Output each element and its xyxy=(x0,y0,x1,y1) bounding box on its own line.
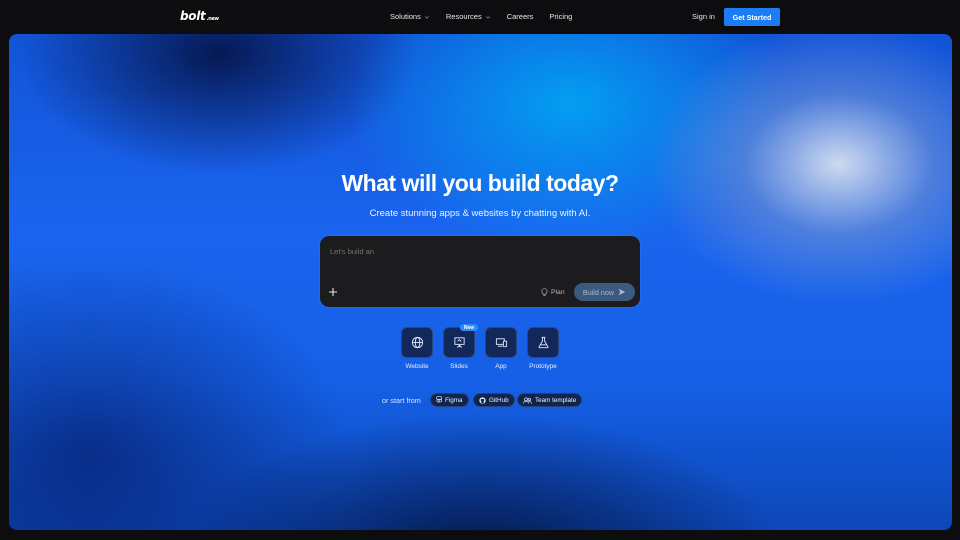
new-badge: New xyxy=(460,324,478,331)
team-template-chip-label: Team template xyxy=(535,396,577,404)
nav-solutions-label: Solutions xyxy=(390,12,421,21)
github-icon xyxy=(479,396,486,404)
nav-resources-label: Resources xyxy=(445,12,482,21)
sign-in-link[interactable]: Sign in xyxy=(692,12,715,21)
tile-website[interactable] xyxy=(401,327,433,358)
globe-icon xyxy=(411,336,423,349)
tile-prototype[interactable] xyxy=(527,327,559,358)
nav-careers-label: Careers xyxy=(506,12,534,21)
nav-pricing[interactable]: Pricing xyxy=(549,12,572,21)
figma-chip-label: Figma xyxy=(445,396,463,404)
chevron-down-icon xyxy=(424,15,429,19)
build-now-label: Build now xyxy=(582,287,615,297)
figma-icon xyxy=(436,396,442,403)
tile-prototype-label: Prototype xyxy=(529,363,557,370)
figma-chip[interactable]: Figma xyxy=(430,393,469,407)
tile-app[interactable] xyxy=(485,327,517,358)
presentation-icon xyxy=(453,337,465,348)
nav-resources[interactable]: Resources xyxy=(446,12,491,21)
flask-icon xyxy=(538,336,548,349)
hero-title: What will you build today? xyxy=(341,170,619,196)
get-started-button[interactable]: Get Started xyxy=(724,8,780,26)
send-arrow-icon xyxy=(618,288,626,296)
nav-pricing-label: Pricing xyxy=(549,12,573,21)
github-chip-label: GitHub xyxy=(489,396,509,404)
plan-label: Plan xyxy=(551,288,565,296)
start-from-label: or start from xyxy=(382,396,421,405)
chevron-down-icon xyxy=(485,15,490,19)
team-template-chip[interactable]: Team template xyxy=(517,393,583,407)
prompt-input[interactable] xyxy=(330,247,610,256)
lightbulb-icon xyxy=(541,288,548,296)
logo-text: bolt xyxy=(180,9,206,23)
logo-suffix: .new xyxy=(206,16,219,22)
bolt-logo[interactable]: bolt.new xyxy=(180,9,219,23)
github-chip[interactable]: GitHub xyxy=(473,393,515,407)
top-nav: bolt.new Solutions Resources Careers Pri… xyxy=(0,0,960,34)
devices-icon xyxy=(495,338,507,348)
nav-links: Solutions Resources Careers Pricing xyxy=(390,12,572,21)
plan-toggle[interactable]: Plan xyxy=(541,288,565,296)
nav-careers[interactable]: Careers xyxy=(507,12,534,21)
plus-icon[interactable] xyxy=(328,287,338,297)
hero-subtitle: Create stunning apps & websites by chatt… xyxy=(369,208,591,219)
team-icon xyxy=(523,397,532,404)
tile-slides[interactable] xyxy=(443,327,475,358)
nav-solutions[interactable]: Solutions xyxy=(390,12,430,21)
build-now-button[interactable]: Build now xyxy=(574,283,635,301)
